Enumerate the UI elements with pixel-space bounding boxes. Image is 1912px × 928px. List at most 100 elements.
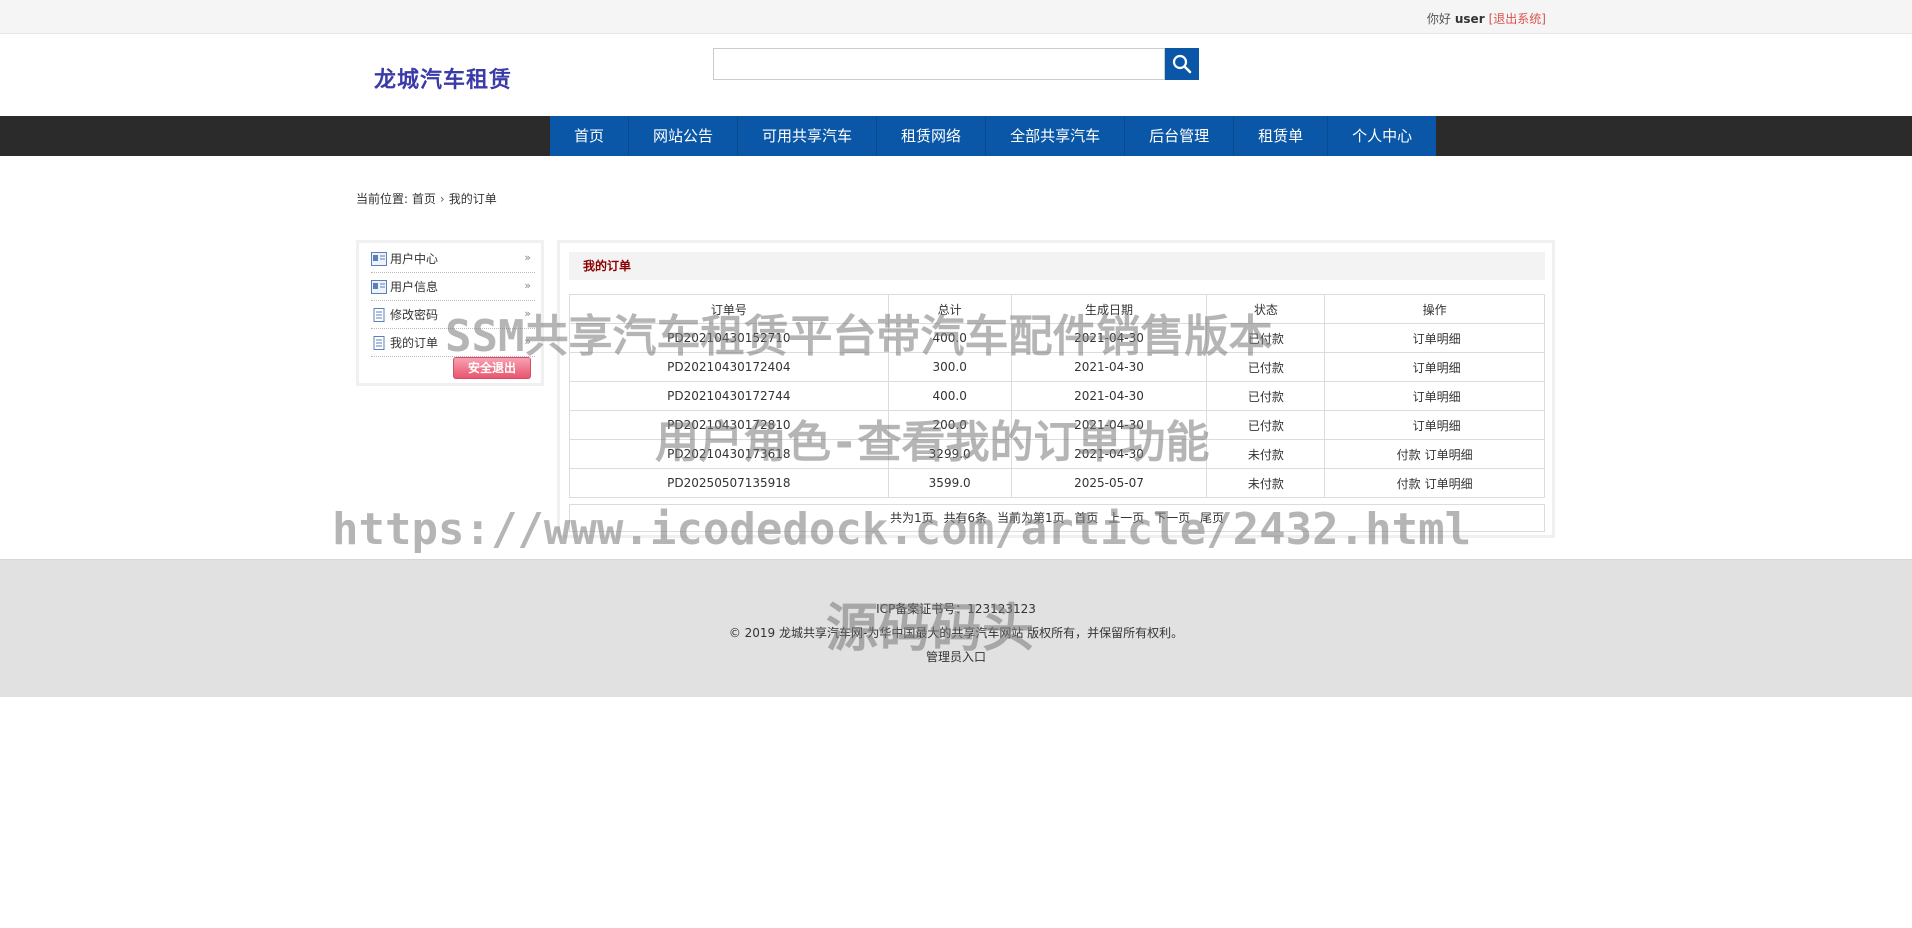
table-row: PD20210430172744 400.0 2021-04-30 已付款 订单…	[569, 381, 1545, 411]
nav-menu: 首页 网站公告 可用共享汽车 租赁网络 全部共享汽车 后台管理 租赁单 个人中心	[550, 116, 1437, 156]
order-id: PD20210430172810	[569, 410, 889, 440]
order-id: PD20210430152710	[569, 323, 889, 353]
order-detail-link[interactable]: 订单明细	[1425, 448, 1473, 462]
orders-panel: 我的订单 订单号 总计 生成日期 状态 操作 PD20210430152710 …	[557, 240, 1555, 538]
order-status: 已付款	[1206, 323, 1326, 353]
main-nav: 首页 网站公告 可用共享汽车 租赁网络 全部共享汽车 后台管理 租赁单 个人中心	[0, 116, 1912, 156]
column-header: 总计	[887, 294, 1012, 324]
pager-last-link[interactable]: 尾页	[1200, 511, 1224, 525]
order-actions: 付款 订单明细	[1324, 468, 1545, 498]
search-box	[713, 48, 1199, 80]
username: user	[1454, 12, 1485, 26]
nav-item-home[interactable]: 首页	[550, 116, 630, 156]
pager-total-pages: 共为1页	[890, 511, 934, 525]
breadcrumb-home[interactable]: 首页	[412, 192, 436, 206]
order-date: 2021-04-30	[1010, 410, 1208, 440]
pager-total-items: 共有6条	[943, 511, 988, 525]
breadcrumb-prefix: 当前位置:	[356, 192, 409, 206]
nav-item-available-cars[interactable]: 可用共享汽车	[738, 116, 878, 156]
header: 龙城汽车租赁	[0, 34, 1912, 116]
nav-item-all-cars[interactable]: 全部共享汽车	[986, 116, 1126, 156]
sidebar-item-label: 修改密码	[390, 308, 439, 322]
order-actions: 付款 订单明细	[1324, 439, 1545, 469]
panel-title: 我的订单	[569, 252, 1545, 280]
table-row: PD20210430172810 200.0 2021-04-30 已付款 订单…	[569, 410, 1545, 440]
order-detail-link[interactable]: 订单明细	[1413, 390, 1461, 404]
search-icon	[1172, 54, 1192, 74]
nav-item-announcements[interactable]: 网站公告	[629, 116, 739, 156]
order-date: 2021-04-30	[1010, 352, 1208, 382]
icp-record: ICP备案证书号：123123123	[876, 602, 1036, 616]
table-row: PD20250507135918 3599.0 2025-05-07 未付款 付…	[569, 468, 1545, 498]
search-input[interactable]	[713, 48, 1165, 80]
table-row: PD20210430172404 300.0 2021-04-30 已付款 订单…	[569, 352, 1545, 382]
order-id: PD20210430173618	[569, 439, 889, 469]
sidebar-item-user-center[interactable]: 用户中心 »	[371, 245, 535, 273]
column-header: 生成日期	[1010, 294, 1208, 324]
column-header: 订单号	[569, 294, 889, 324]
user-greeting: 你好 user [退出系统]	[1427, 10, 1546, 27]
pager-prev-link[interactable]: 上一页	[1108, 511, 1144, 525]
sidebar-item-user-info[interactable]: 用户信息 »	[371, 273, 535, 301]
pager-first-link[interactable]: 首页	[1074, 511, 1098, 525]
safe-logout-button[interactable]: 安全退出	[453, 357, 531, 379]
order-status: 已付款	[1206, 352, 1326, 382]
document-icon	[373, 307, 385, 322]
table-row: PD20210430173618 3299.0 2021-04-30 未付款 付…	[569, 439, 1545, 469]
order-total: 400.0	[887, 381, 1012, 411]
order-actions: 订单明细	[1324, 323, 1545, 353]
search-button[interactable]	[1165, 48, 1199, 80]
column-header: 状态	[1206, 294, 1326, 324]
admin-entry-link[interactable]: 管理员入口	[0, 648, 1912, 665]
order-id: PD20210430172404	[569, 352, 889, 382]
order-total: 200.0	[887, 410, 1012, 440]
pay-link[interactable]: 付款	[1397, 477, 1421, 491]
site-logo[interactable]: 龙城汽车租赁	[374, 62, 512, 94]
top-bar: 你好 user [退出系统]	[0, 0, 1912, 34]
greeting-text: 你好	[1426, 12, 1451, 26]
document-icon	[373, 335, 385, 350]
pager-current-page: 当前为第1页	[996, 511, 1065, 525]
order-date: 2025-05-07	[1010, 468, 1208, 498]
chevron-right-icon: »	[524, 279, 531, 292]
sidebar-item-label: 我的订单	[390, 336, 439, 350]
order-total: 300.0	[887, 352, 1012, 382]
pagination: 共为1页 共有6条 当前为第1页 首页 上一页 下一页 尾页	[569, 504, 1545, 532]
order-date: 2021-04-30	[1010, 323, 1208, 353]
order-status: 已付款	[1206, 410, 1326, 440]
nav-item-rental-orders[interactable]: 租赁单	[1234, 116, 1329, 156]
order-total: 400.0	[887, 323, 1012, 353]
order-id: PD20250507135918	[569, 468, 889, 498]
order-id: PD20210430172744	[569, 381, 889, 411]
order-actions: 订单明细	[1324, 381, 1545, 411]
order-actions: 订单明细	[1324, 352, 1545, 382]
sidebar-item-my-orders[interactable]: 我的订单 »	[371, 329, 535, 357]
order-detail-link[interactable]: 订单明细	[1413, 361, 1461, 375]
sidebar-item-label: 用户信息	[390, 280, 439, 294]
table-row: PD20210430152710 400.0 2021-04-30 已付款 订单…	[569, 323, 1545, 353]
sidebar-item-change-password[interactable]: 修改密码 »	[371, 301, 535, 329]
footer: ICP备案证书号：123123123 © 2019 龙城共享汽车网-为华中国最大…	[0, 559, 1912, 697]
chevron-right-icon: »	[524, 251, 531, 264]
table-header-row: 订单号 总计 生成日期 状态 操作	[569, 294, 1545, 324]
nav-item-admin[interactable]: 后台管理	[1125, 116, 1235, 156]
order-total: 3599.0	[887, 468, 1012, 498]
nav-item-rental-network[interactable]: 租赁网络	[877, 116, 987, 156]
pay-link[interactable]: 付款	[1397, 448, 1421, 462]
logout-link[interactable]: [退出系统]	[1489, 12, 1546, 26]
order-detail-link[interactable]: 订单明细	[1413, 419, 1461, 433]
order-status: 未付款	[1206, 468, 1326, 498]
user-card-icon	[371, 279, 387, 294]
order-detail-link[interactable]: 订单明细	[1425, 477, 1473, 491]
chevron-right-icon: »	[524, 335, 531, 348]
column-header: 操作	[1324, 294, 1545, 324]
breadcrumb-current: 我的订单	[448, 192, 497, 206]
order-total: 3299.0	[887, 439, 1012, 469]
pager-next-link[interactable]: 下一页	[1154, 511, 1190, 525]
orders-table: 订单号 总计 生成日期 状态 操作 PD20210430152710 400.0…	[569, 294, 1545, 498]
order-detail-link[interactable]: 订单明细	[1413, 332, 1461, 346]
order-status: 已付款	[1206, 381, 1326, 411]
nav-item-personal-center[interactable]: 个人中心	[1328, 116, 1436, 156]
sidebar-item-label: 用户中心	[390, 252, 439, 266]
order-status: 未付款	[1206, 439, 1326, 469]
